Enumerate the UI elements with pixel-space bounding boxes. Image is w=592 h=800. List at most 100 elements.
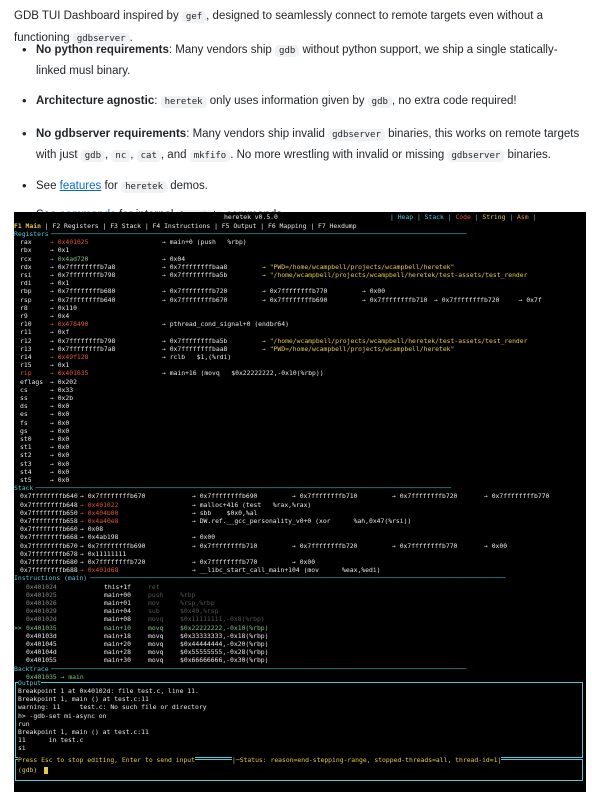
register-name: st3 <box>20 459 32 468</box>
register-deref-3: → 0x00 <box>362 287 386 296</box>
output-line: Breakpoint 1, main () at test.c:11 <box>14 695 586 703</box>
stack-header: Stack ───────────────────────────────────… <box>14 484 586 492</box>
instruction-address: 0x401024 <box>26 582 57 591</box>
nc-code: nc <box>111 150 131 162</box>
cat-code: cat <box>136 150 161 162</box>
register-row: rip → 0x401035 → main+16 (movq $0x22222222… <box>14 369 586 377</box>
instruction-symbol: main+00 <box>104 590 131 599</box>
stack-row: 0x7ffffffffb640 → 0x7ffffffffb670 → 0x7fff… <box>14 492 586 500</box>
instruction-opcode: push <box>148 590 164 599</box>
gdbserver-code: gdbserver <box>328 129 385 141</box>
instructions-title: Instructions (main) <box>14 574 88 583</box>
register-name: st1 <box>20 443 32 452</box>
stack-value: → 0x11111111 <box>80 549 127 558</box>
register-row: rcx → 0x4ad720 → 0x04 <box>14 255 586 263</box>
output-text: 11 in test.c <box>18 736 84 745</box>
stack-deref-3: → 0x7ffffffffb720 <box>392 492 458 501</box>
register-row: rax → 0x401025 → main+0 (push %rbp) <box>14 238 586 246</box>
register-row: st1 → 0x0 <box>14 443 586 451</box>
instruction-args: $0x44444444,-0x20(%rbp) <box>180 640 269 648</box>
stack-deref-1: → malloc+416 (test %rax,%rax) <box>192 500 312 509</box>
tab-separator: | <box>210 222 222 230</box>
heretek-code: heretek <box>121 181 167 193</box>
tab-f6-mapping[interactable]: F6 Mapping <box>268 222 306 230</box>
stack-deref-1: → 0x7ffffffffb770 <box>192 558 258 566</box>
tab-f3-stack[interactable]: F3 Stack <box>110 222 141 230</box>
current-instruction-marker: >> <box>14 623 22 632</box>
stack-value: → 0x4a40e8 <box>80 517 119 525</box>
heretek-code: heretek <box>160 96 207 108</box>
cursor <box>44 766 48 774</box>
register-deref-2: → "PWD=/home/wcampbell/projects/wcampbel… <box>262 344 455 353</box>
instruction-row: 0x401029 main+04 sub $0x40,%rsp <box>14 607 586 615</box>
stack-row: 0x7ffffffffb648 → 0x401022 → malloc+416 (t… <box>14 501 586 509</box>
tab-f4-instructions[interactable]: F4 Instructions <box>153 222 211 230</box>
register-value: → 0x0 <box>50 402 70 411</box>
list-item: No gdbserver requirements: Many vendors … <box>22 124 582 166</box>
stack-row: 0x7ffffffffb658 → 0x4a40e8 → DW.ref.__gcc_… <box>14 517 586 525</box>
stack-address: 0x7ffffffffb668 <box>20 533 78 542</box>
instruction-symbol: main+28 <box>104 648 131 657</box>
instruction-opcode: movq <box>148 648 164 657</box>
stack-value: → 0x7ffffffffb690 <box>80 541 146 550</box>
instruction-row: >> 0x401035 main+10 movq $0x22222222,-0x10(%… <box>14 624 586 632</box>
register-row: r11 → 0xf <box>14 328 586 336</box>
stack-row: 0x7ffffffffb650 → 0x404b00 → sbb $0x0,%al <box>14 509 586 517</box>
tab-f1-main[interactable]: F1 Main <box>14 222 41 230</box>
register-row: rsi → 0x7ffffffffb798 → 0x7ffffffffba5b → "… <box>14 271 586 279</box>
gdbserver-code: gdbserver <box>447 150 505 162</box>
register-value: → 0x7ffffffffb7a8 <box>50 262 116 271</box>
register-name: gs <box>20 426 28 435</box>
stack-deref-3: → 0x7ffffffffb770 <box>392 541 458 550</box>
instruction-address: 0x40103d <box>26 631 57 640</box>
register-name: rsp <box>20 295 32 304</box>
instruction-args: $0x11111111,-0x8(%rbp) <box>180 615 265 624</box>
list-item: See features for heretek demos. <box>22 176 582 197</box>
instruction-opcode: movq <box>148 623 164 632</box>
output-text: warning: 11 test.c: No such file or dire… <box>18 703 207 712</box>
instruction-args: $0x55555555,-0x28(%rbp) <box>180 648 269 657</box>
register-name: ss <box>20 394 28 402</box>
tab-f5-output[interactable]: F5 Output <box>222 222 257 230</box>
stack-value: → 0x401022 <box>80 500 119 509</box>
gdb-prompt-line[interactable]: (gdb) <box>14 766 586 774</box>
register-deref-2: → 0x7ffffffffb770 <box>262 287 328 296</box>
register-deref-1: → 0x7ffffffffb670 <box>162 295 228 304</box>
tab-separator: | <box>98 222 111 230</box>
features-link[interactable]: features <box>60 180 102 192</box>
section-rule: ────────────────────────────────────────… <box>35 484 452 493</box>
instruction-opcode: movq <box>148 615 164 624</box>
backtrace-row: 0x401035 → main <box>14 673 586 681</box>
instruction-opcode: mov <box>148 599 160 607</box>
memory-legend: | Heap | Stack | Code | String | Asm | <box>390 213 537 221</box>
stack-row: 0x7ffffffffb680 → 0x7ffffffffb720 → 0x7fff… <box>14 558 586 566</box>
register-name: r8 <box>20 303 28 312</box>
register-row: st3 → 0x0 <box>14 460 586 468</box>
stack-value: → 0x4ab198 <box>80 533 119 542</box>
register-deref-2: → "PWD=/home/wcampbell/projects/wcampbel… <box>262 262 455 271</box>
register-deref-1: → 0x7ffffffffb720 <box>162 287 228 296</box>
stack-row: 0x7ffffffffb660 → 0x08 <box>14 525 586 533</box>
bullet-text: : <box>154 95 158 107</box>
stack-deref-4: → 0x7ffffffffb770 <box>484 492 550 501</box>
register-value: → 0x49f128 <box>50 353 89 361</box>
stack-deref-2: → 0x7ffffffffb720 <box>292 541 358 550</box>
tab-f2-registers[interactable]: F2 Registers <box>52 222 98 230</box>
input-hint: Press Esc to stop editing, Enter to send… <box>18 755 195 764</box>
register-name: st4 <box>20 467 32 476</box>
terminal-title: heretek v0.5.0 <box>224 213 278 221</box>
register-value: → 0x0 <box>50 435 70 443</box>
tab-f7-hexdump[interactable]: F7 Hexdump <box>318 222 356 230</box>
instruction-opcode: sub <box>148 607 160 616</box>
register-name: r14 <box>20 353 32 361</box>
register-name: r9 <box>20 312 28 320</box>
register-deref-1: → main+0 (push %rbp) <box>162 238 247 247</box>
feature-list: No python requirements: Many vendors shi… <box>22 40 582 236</box>
register-value: → 0x2b <box>50 394 74 402</box>
stack-row: 0x7ffffffffb678 → 0x11111111 <box>14 550 586 558</box>
register-deref-1: → 0x04 <box>162 254 186 263</box>
register-name: st5 <box>20 476 32 484</box>
register-row: r15 → 0x1 <box>14 361 586 369</box>
register-value: → 0x478490 <box>50 320 89 329</box>
legend-string: String <box>482 213 506 221</box>
